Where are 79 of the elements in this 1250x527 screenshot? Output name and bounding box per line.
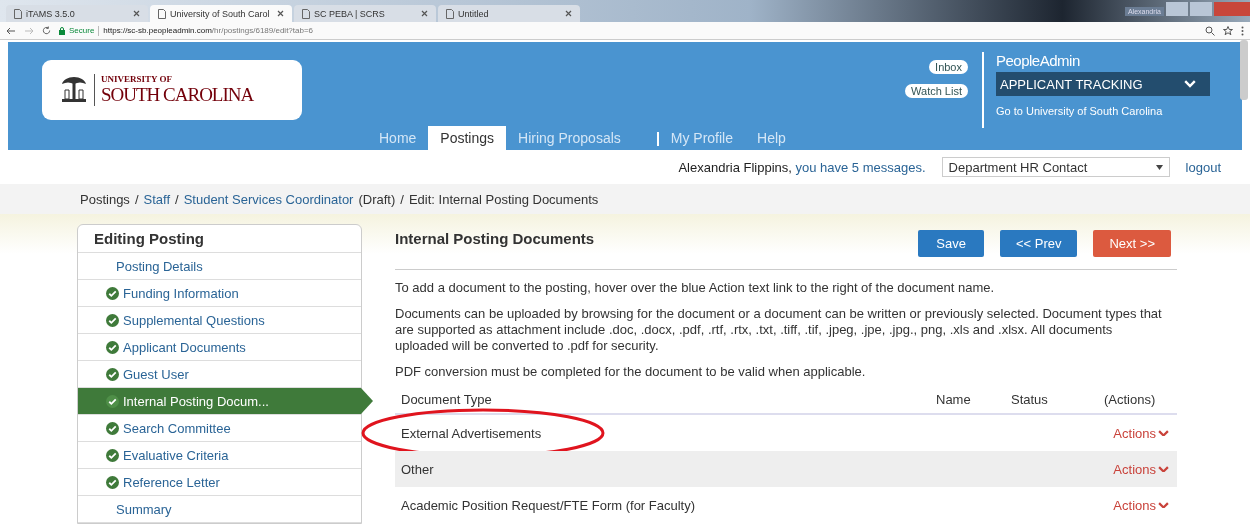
sidebar-item[interactable]: Funding Information [78,280,361,307]
check-icon [106,367,119,381]
browser-tab[interactable]: SC PEBA | SCRS [294,5,436,22]
save-button[interactable]: Save [918,230,984,257]
column-header: Document Type [401,392,493,407]
university-logo[interactable]: UNIVERSITY OF SOUTH CAROLINA [42,60,302,120]
page-icon [446,8,454,19]
check-icon [106,475,119,489]
breadcrumb-link[interactable]: Staff [143,191,170,207]
sidebar-title: Editing Posting [78,225,361,253]
nav-tab[interactable]: Postings [428,126,507,150]
actions-link[interactable]: Actions [1113,497,1169,513]
palmetto-tree-icon [60,75,88,105]
instruction-text: To add a document to the posting, hover over the blue Action text link to the right of the document name. [395,280,996,296]
actions-link[interactable]: Actions [1113,425,1169,441]
close-icon[interactable] [565,10,572,17]
browser-tab[interactable]: iTAMS 3.5.0 [6,5,148,22]
product-dropdown[interactable]: APPLICANT TRACKING [996,72,1210,96]
dropdown-arrow-icon [1155,164,1163,170]
reload-icon[interactable] [42,26,51,35]
chevron-down-icon [1158,429,1169,437]
logout-link[interactable]: logout [1185,159,1221,175]
table-cell: External Advertisements [401,425,542,441]
check-icon [106,340,119,354]
check-icon [106,421,119,435]
column-header: (Actions) [1104,392,1157,407]
header-link[interactable]: Watch List [905,84,968,98]
scrollbar-thumb[interactable] [1240,40,1248,100]
back-icon[interactable] [6,26,16,35]
sidebar-item[interactable]: Search Committee [78,415,361,442]
instruction-text: PDF conversion must be completed for the document to be valid when applicable. [395,364,867,380]
messages-link[interactable]: you have 5 messages. [795,159,926,175]
breadcrumb-separator: / [134,191,139,207]
header-link[interactable]: Inbox [929,60,968,74]
breadcrumb-link[interactable]: Student Services Coordinator [183,191,354,207]
check-icon [106,313,119,327]
browser-tab[interactable]: Untitled [438,5,580,22]
sidebar-item[interactable]: Posting Details [78,253,361,280]
breadcrumb-separator: / [175,191,179,207]
sidebar-item[interactable]: Supplemental Questions [78,307,361,334]
instruction-text: Documents can be uploaded by browsing for the document or a document can be written or previously selected. Document types that are supported as attachment include .doc, .docx, .pdf, .rtf, .rtx, .txt, .tiff, .tif, .jpeg, .jpe, .jpg., png, .xls and .xlsx. All documents uploaded will be converted to .pdf for security. [395,306,1163,354]
close-icon[interactable] [277,10,284,17]
breadcrumb-text: Postings [80,191,130,207]
pointer-icon [361,388,373,414]
page-icon [302,8,310,19]
sidebar-item[interactable]: Evaluative Criteria [78,442,361,469]
previous-button[interactable]: << Prev [999,230,1078,257]
section-title: Internal Posting Documents [395,230,596,247]
role-select[interactable]: Department HR Contact [941,157,1170,177]
sidebar-item[interactable]: Reference Letter [78,469,361,496]
browser-tab[interactable]: University of South Carol [150,5,292,22]
breadcrumb-text: Edit: Internal Posting Documents [408,191,599,207]
column-header: Status [1011,392,1049,407]
chevron-down-icon [1158,465,1169,473]
breadcrumb-text: (Draft) [358,191,396,207]
breadcrumb-separator: / [400,191,404,207]
sidebar-item[interactable]: Applicant Documents [78,334,361,361]
chevron-down-icon [1184,80,1196,88]
table-cell: Academic Position Request/FTE Form (for Faculty) [401,497,696,513]
next-button[interactable]: Next >> [1093,230,1171,257]
star-icon[interactable] [1223,25,1233,36]
user-name: Alexandria Flippins, [678,159,793,175]
check-icon [106,394,119,408]
chevron-down-icon [1158,501,1169,509]
page-icon [14,8,22,19]
actions-link[interactable]: Actions [1113,461,1169,477]
close-icon[interactable] [421,10,428,17]
check-icon [106,448,119,462]
lock-icon [59,26,65,35]
sidebar-item[interactable]: Summary [78,496,361,523]
column-header: Name [936,392,972,407]
table-cell: Other [401,461,434,477]
check-icon [106,286,119,300]
brand-name: PeopleAdmin [996,52,1081,69]
close-icon[interactable] [133,10,140,17]
nav-separator [656,132,659,146]
zoom-icon[interactable] [1205,25,1215,36]
menu-icon[interactable] [1241,25,1244,36]
page-icon [158,8,166,19]
